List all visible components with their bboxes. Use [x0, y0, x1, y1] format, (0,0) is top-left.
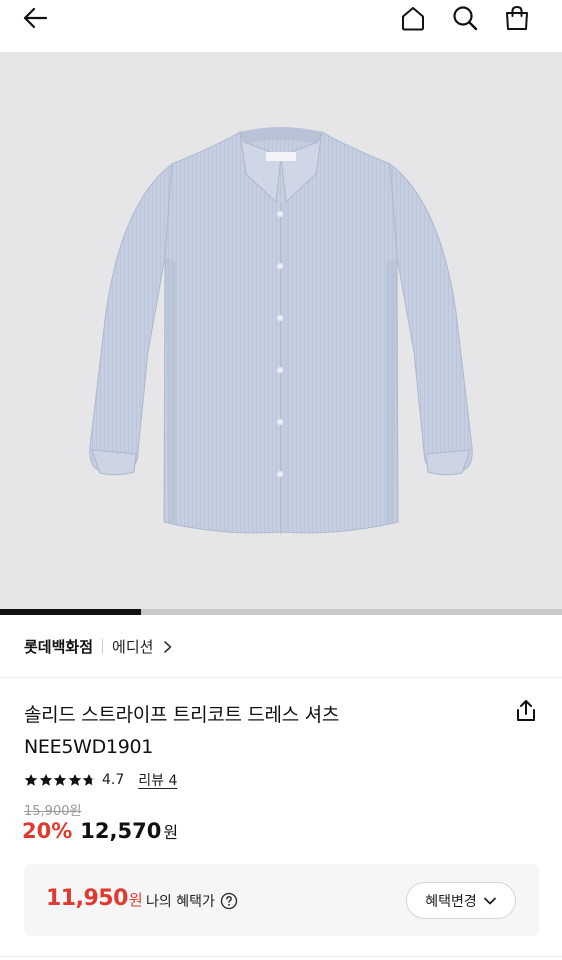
product-name: 솔리드 스트라이프 트리코트 드레스 셔츠: [24, 704, 340, 726]
share-icon: [517, 700, 535, 721]
product-image-gallery[interactable]: [0, 52, 562, 612]
discount-rate: 20%: [22, 819, 73, 843]
shopping-bag-icon: [506, 5, 528, 30]
share-button[interactable]: [512, 697, 540, 725]
star-icon: [53, 774, 67, 786]
rating-value: 4.7: [101, 772, 125, 788]
store-name[interactable]: 롯데백화점: [24, 636, 93, 657]
change-benefit-button[interactable]: 혜택변경: [406, 882, 516, 919]
chevron-down-icon: [483, 897, 496, 904]
image-progress-fill: [0, 609, 141, 615]
original-price: 15,900원: [24, 804, 82, 819]
back-button[interactable]: [14, 0, 56, 36]
search-button[interactable]: [448, 0, 482, 36]
benefit-price-box: 11,950 원 나의 혜택가 혜택변경: [24, 864, 539, 936]
help-icon[interactable]: [220, 892, 238, 910]
benefit-label-wrap: 나의 혜택가: [146, 891, 238, 911]
benefit-amount: 11,950: [46, 886, 128, 911]
star-icon: [24, 774, 38, 786]
top-navigation-bar: [0, 0, 562, 52]
search-icon: [453, 6, 478, 31]
star-icon: [83, 774, 96, 786]
rating-stars: [24, 773, 97, 787]
brand-label[interactable]: 에디션: [112, 636, 153, 657]
brand-row[interactable]: 롯데백화점 에디션: [0, 616, 562, 678]
arrow-left-icon: [23, 7, 48, 29]
home-button[interactable]: [396, 0, 430, 36]
benefit-currency: 원: [128, 891, 143, 909]
product-title: 솔리드 스트라이프 트리코트 드레스 셔츠 NEE5WD1901: [24, 699, 484, 763]
benefit-price: 11,950 원: [46, 886, 143, 911]
sale-price-currency: 원: [163, 823, 179, 842]
shopping-bag-button[interactable]: [500, 0, 534, 36]
product-code: NEE5WD1901: [24, 736, 154, 758]
change-benefit-label: 혜택변경: [425, 893, 477, 910]
section-divider: [0, 956, 562, 957]
brand-divider: [102, 639, 104, 654]
benefit-label: 나의 혜택가: [146, 894, 215, 910]
price-row: 20% 12,570 원: [22, 819, 178, 851]
image-progress-bar: [0, 609, 562, 615]
review-link[interactable]: 리뷰 4: [138, 770, 177, 790]
home-icon: [402, 7, 424, 31]
rating-row: 4.7 리뷰 4: [24, 768, 177, 792]
sale-price: 12,570: [80, 819, 162, 843]
chevron-right-icon: [163, 640, 173, 654]
star-icon: [68, 774, 81, 786]
product-image: [89, 127, 473, 534]
star-icon: [39, 774, 52, 786]
